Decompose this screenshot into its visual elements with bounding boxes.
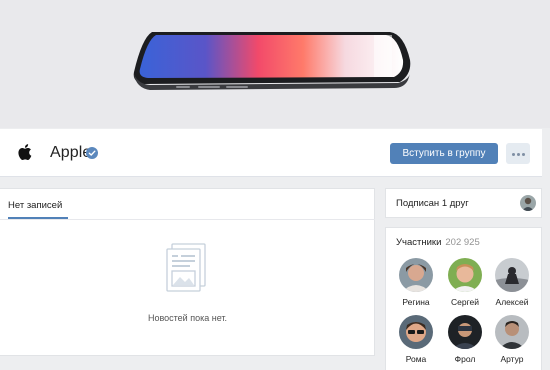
apple-logo-icon xyxy=(18,144,32,160)
member-item[interactable]: Артур xyxy=(490,315,534,364)
group-cover xyxy=(0,0,550,128)
friends-subscribed-box[interactable]: Подписан 1 друг xyxy=(385,188,542,218)
divider xyxy=(0,219,375,220)
phone-cover-image xyxy=(133,32,411,90)
member-item[interactable]: Фрол xyxy=(443,315,487,364)
member-name[interactable]: Рома xyxy=(394,354,438,364)
member-name[interactable]: Алексей xyxy=(490,297,534,307)
more-actions-button[interactable] xyxy=(506,143,530,164)
member-item[interactable]: Сергей xyxy=(443,258,487,307)
member-name[interactable]: Регина xyxy=(394,297,438,307)
member-avatar[interactable] xyxy=(495,315,529,349)
members-title-label: Участники xyxy=(396,237,442,248)
join-group-button[interactable]: Вступить в группу xyxy=(390,143,498,164)
friend-avatar[interactable] xyxy=(520,195,536,211)
member-item[interactable]: Рома xyxy=(394,315,438,364)
empty-posts-icon xyxy=(166,243,206,292)
members-count: 202 925 xyxy=(445,237,480,248)
member-avatar[interactable] xyxy=(399,315,433,349)
member-item[interactable]: Алексей xyxy=(490,258,534,307)
members-title[interactable]: Участники 202 925 xyxy=(396,237,480,248)
member-item[interactable]: Регина xyxy=(394,258,438,307)
member-avatar[interactable] xyxy=(399,258,433,292)
member-avatar[interactable] xyxy=(448,258,482,292)
friends-subscribed-label: Подписан 1 друг xyxy=(396,198,469,209)
group-header: Apple Вступить в группу xyxy=(0,129,542,177)
member-avatar[interactable] xyxy=(495,258,529,292)
member-name[interactable]: Сергей xyxy=(443,297,487,307)
member-name[interactable]: Фрол xyxy=(443,354,487,364)
member-avatar[interactable] xyxy=(448,315,482,349)
member-name[interactable]: Артур xyxy=(490,354,534,364)
more-dots-icon xyxy=(512,153,515,156)
tab-no-posts[interactable]: Нет записей xyxy=(8,200,62,211)
verified-check-icon xyxy=(86,147,98,159)
empty-wall-message: Новостей пока нет. xyxy=(147,313,228,323)
